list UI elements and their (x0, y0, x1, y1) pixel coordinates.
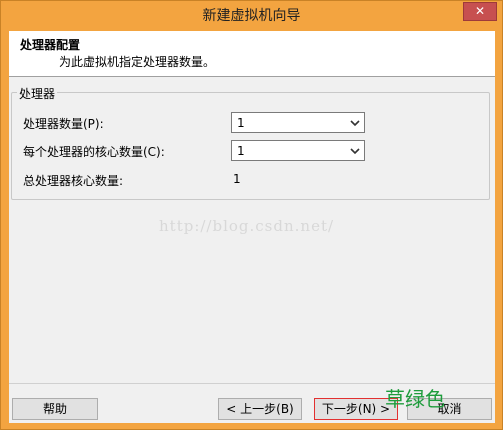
cores-per-processor-value: 1 (237, 144, 245, 158)
window-title: 新建虚拟机向导 (202, 8, 301, 24)
group-legend: 处理器 (17, 85, 58, 102)
wizard-window: 新建虚拟机向导 ✕ 处理器配置 为此虚拟机指定处理器数量。 处理器 处理器数量(… (0, 0, 503, 430)
page-subtitle: 为此虚拟机指定处理器数量。 (59, 55, 216, 69)
chevron-down-icon (350, 148, 360, 155)
title-bar[interactable]: 新建虚拟机向导 ✕ (1, 1, 502, 27)
page-title: 处理器配置 (20, 38, 81, 52)
processor-count-label: 处理器数量(P): (23, 117, 104, 131)
processor-count-value: 1 (237, 116, 245, 130)
watermark-stamp: 草绿色 (385, 387, 445, 411)
cores-per-processor-select[interactable]: 1 (231, 140, 365, 161)
help-button[interactable]: 帮助 (12, 398, 98, 420)
cores-per-processor-label: 每个处理器的核心数量(C): (23, 145, 165, 159)
close-button[interactable]: ✕ (463, 2, 497, 21)
total-cores-value: 1 (233, 172, 241, 186)
chevron-down-icon (350, 120, 360, 127)
processor-count-select[interactable]: 1 (231, 112, 365, 133)
wizard-header: 处理器配置 为此虚拟机指定处理器数量。 (9, 31, 495, 77)
close-icon: ✕ (474, 4, 486, 18)
watermark: http://blog.csdn.net/ (159, 217, 335, 235)
processor-group: 处理器 处理器数量(P): 1 每个处理器的核心数量(C): 1 总处理器核心数… (11, 85, 490, 200)
back-button[interactable]: < 上一步(B) (218, 398, 302, 420)
total-cores-label: 总处理器核心数量: (23, 174, 124, 188)
wizard-body: 处理器配置 为此虚拟机指定处理器数量。 处理器 处理器数量(P): 1 每个处理… (9, 31, 495, 423)
